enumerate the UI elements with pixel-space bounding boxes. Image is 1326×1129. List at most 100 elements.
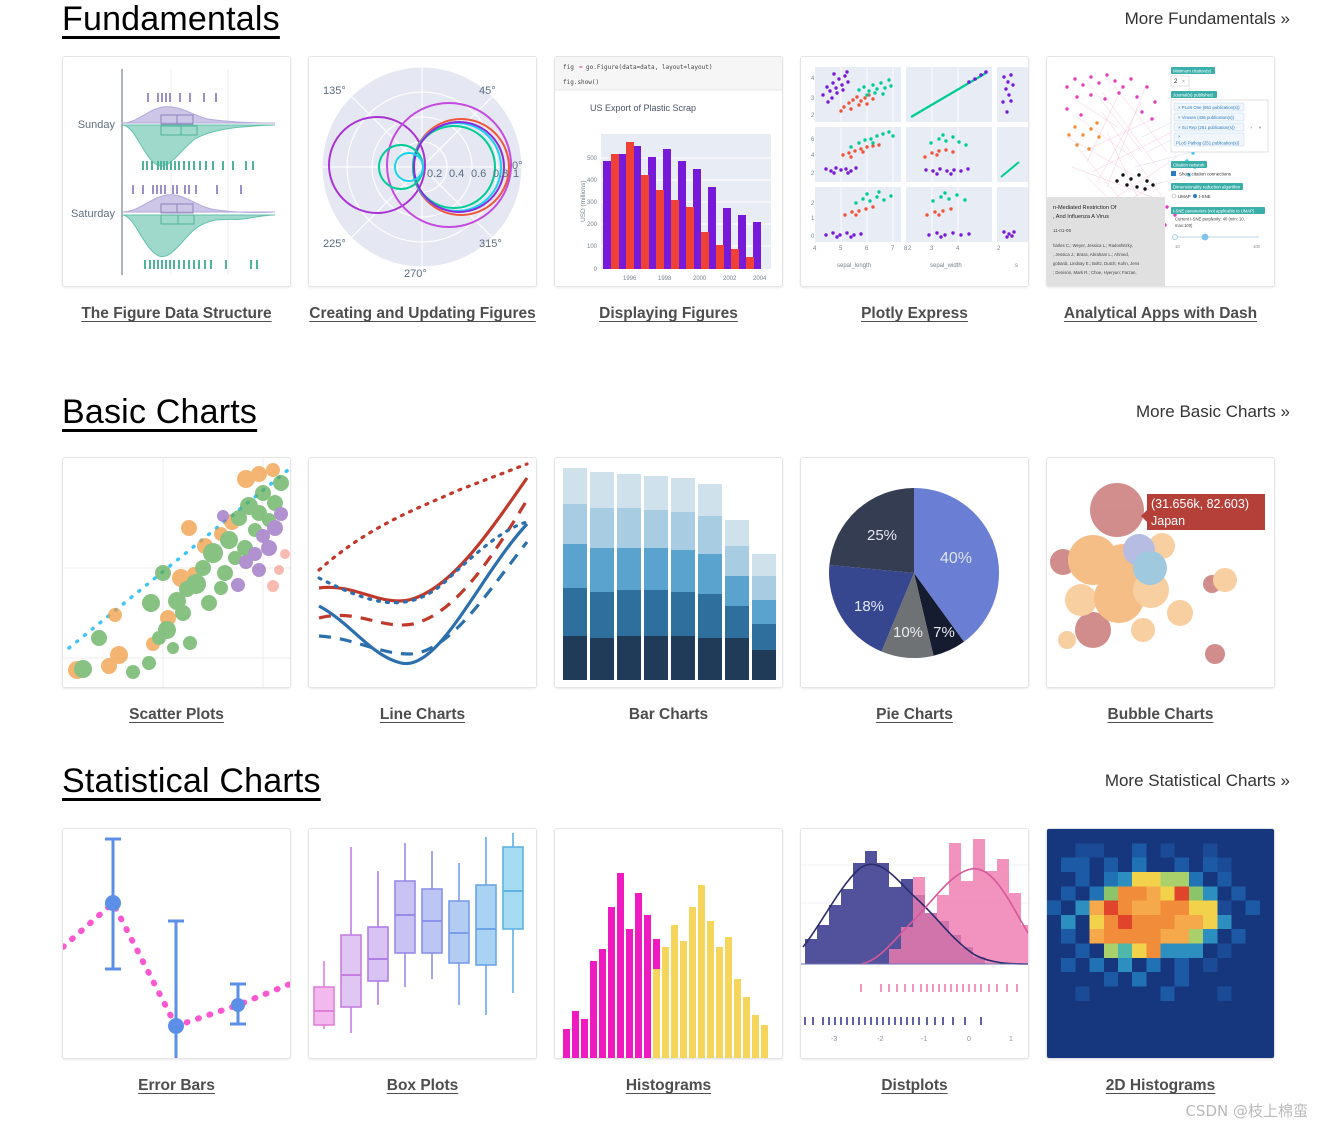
thumbnail-bubble-chart[interactable]: (31.656k, 82.603) Japan (1046, 457, 1275, 688)
thumbnail-scatter-plot[interactable] (62, 457, 291, 688)
section-basic-charts: Basic Charts More Basic Charts » Scatter… (0, 393, 1326, 742)
svg-text:Sunday: Sunday (78, 119, 116, 131)
section-fundamentals: Fundamentals More Fundamentals » Sunday … (0, 0, 1326, 341)
svg-text:315°: 315° (479, 238, 502, 250)
card-creating-updating-figures[interactable]: 135° 45° 225° 315° 270° 0° 0.2 0.4 0.6 0.8… (308, 56, 537, 326)
card-bubble-charts[interactable]: (31.656k, 82.603) Japan Bubble Charts (1046, 457, 1275, 727)
thumbnail-plastic-scrap-bar[interactable]: fig = go.Figure(data=data, layout=layout… (554, 56, 783, 287)
violin-chart-svg: Sunday Saturday (63, 57, 290, 286)
svg-text:0.2: 0.2 (427, 168, 442, 180)
plastic-scrap-bar-svg: fig = go.Figure(data=data, layout=layout… (555, 57, 782, 286)
polar-chart-svg: 135° 45° 225° 315° 270° 0° 0.2 0.4 0.6 0.8… (309, 57, 536, 286)
svg-text:USD (millions): USD (millions) (580, 180, 587, 222)
svg-text:500: 500 (587, 156, 598, 162)
scatter-matrix-svg: 432 642 210 456 78 234 2 sepal_length sep… (801, 57, 1028, 286)
card-title-2d-histograms[interactable]: 2D Histograms (1046, 1073, 1275, 1098)
thumbnail-error-bars[interactable] (62, 828, 291, 1059)
more-fundamentals-link[interactable]: More Fundamentals » (1125, 9, 1290, 29)
svg-text:0.8: 0.8 (493, 168, 508, 180)
thumbnail-box-plots[interactable] (308, 828, 537, 1059)
svg-text:200: 200 (587, 222, 598, 228)
svg-text:270°: 270° (404, 268, 427, 280)
svg-text:45°: 45° (479, 85, 496, 97)
svg-text:t-SNE: t-SNE (1199, 194, 1211, 199)
svg-text:11-01-06: 11-01-06 (1053, 228, 1071, 233)
svg-text:go.Figure(data=data, layout=la: go.Figure(data=data, layout=layout) (586, 64, 712, 71)
thumbnail-distplots[interactable]: -3 -2 -1 0 1 (800, 828, 1029, 1059)
svg-text:1998: 1998 (658, 276, 672, 282)
svg-text:; Denison, Mark R.; Choe, Hyer: ; Denison, Mark R.; Choe, Hyeryun; Farza… (1053, 270, 1137, 275)
card-error-bars[interactable]: Error Bars (62, 828, 291, 1098)
section-title-fundamentals: Fundamentals (62, 0, 280, 38)
card-title-error-bars[interactable]: Error Bars (62, 1073, 291, 1098)
card-2d-histograms[interactable]: 2D Histograms (1046, 828, 1275, 1098)
svg-text:40%: 40% (940, 550, 972, 567)
thumbnail-polar-chart[interactable]: 135° 45° 225° 315° 270° 0° 0.2 0.4 0.6 0.8… (308, 56, 537, 287)
svg-text:Saturday: Saturday (71, 208, 116, 220)
card-title-histograms[interactable]: Histograms (554, 1073, 783, 1098)
svg-text:-2: -2 (877, 1036, 883, 1043)
line-chart-svg (309, 458, 536, 687)
card-grid-basic-charts: Scatter Plots Line Charts Bar Charts 40%… (0, 457, 1326, 742)
svg-text:135°: 135° (323, 85, 346, 97)
svg-text:Minimum citation(s): Minimum citation(s) (1173, 69, 1212, 74)
svg-text:× Sci Rep (261 publication(s): × Sci Rep (261 publication(s)) (1178, 125, 1235, 130)
card-distplots[interactable]: -3 -2 -1 0 1 Distplots (800, 828, 1029, 1098)
svg-text:×: × (1182, 79, 1185, 85)
svg-text:10: 10 (1175, 244, 1180, 249)
card-title-box-plots[interactable]: Box Plots (308, 1073, 537, 1098)
card-scatter-plots[interactable]: Scatter Plots (62, 457, 291, 727)
thumbnail-histograms[interactable] (554, 828, 783, 1059)
card-figure-data-structure[interactable]: Sunday Saturday The Figure Data Structur… (62, 56, 291, 326)
card-title-distplots[interactable]: Distplots (800, 1073, 1029, 1098)
more-statistical-charts-link[interactable]: More Statistical Charts » (1105, 771, 1290, 791)
svg-text:Dimensionality reduction algor: Dimensionality reduction algorithm (1173, 185, 1240, 190)
dash-app-svg: n-Mediated Restriction Of , And Influenz… (1047, 57, 1274, 286)
more-basic-charts-link[interactable]: More Basic Charts » (1136, 402, 1290, 422)
card-histograms[interactable]: Histograms (554, 828, 783, 1098)
svg-text:n-Mediated Restriction Of: n-Mediated Restriction Of (1053, 205, 1117, 211)
svg-text:UMAP: UMAP (1178, 194, 1191, 199)
card-title-scatter-plots[interactable]: Scatter Plots (62, 702, 291, 727)
card-analytical-apps-dash[interactable]: n-Mediated Restriction Of , And Influenz… (1046, 56, 1275, 326)
card-displaying-figures[interactable]: fig = go.Figure(data=data, layout=layout… (554, 56, 783, 326)
card-title-bubble-charts[interactable]: Bubble Charts (1046, 702, 1275, 727)
svg-text:10%: 10% (893, 624, 923, 641)
thumbnail-scatter-matrix[interactable]: 432 642 210 456 78 234 2 sepal_length sep… (800, 56, 1029, 287)
thumbnail-dash-app[interactable]: n-Mediated Restriction Of , And Influenz… (1046, 56, 1275, 287)
thumbnail-pie-chart[interactable]: 40% 7% 10% 18% 25% (800, 457, 1029, 688)
svg-text:1: 1 (513, 168, 519, 180)
svg-text:-1: -1 (921, 1036, 927, 1043)
svg-text:400: 400 (587, 178, 598, 184)
card-title-pie-charts[interactable]: Pie Charts (800, 702, 1029, 727)
card-line-charts[interactable]: Line Charts (308, 457, 537, 727)
svg-text:Show citation connections: Show citation connections (1179, 172, 1232, 177)
thumbnail-line-chart[interactable] (308, 457, 537, 688)
svg-text:225°: 225° (323, 238, 346, 250)
card-title-line-charts[interactable]: Line Charts (308, 702, 537, 727)
svg-text:, And Influenza A Virus: , And Influenza A Virus (1053, 214, 1109, 220)
card-title-bar-charts[interactable]: Bar Charts (554, 702, 783, 727)
svg-text:0: 0 (967, 1036, 971, 1043)
svg-text:US Export of Plastic Scrap: US Export of Plastic Scrap (590, 103, 696, 113)
card-title-displaying-figures[interactable]: Displaying Figures (554, 301, 783, 326)
card-bar-charts[interactable]: Bar Charts (554, 457, 783, 727)
card-plotly-express[interactable]: 432 642 210 456 78 234 2 sepal_length sep… (800, 56, 1029, 326)
card-title-creating-updating-figures[interactable]: Creating and Updating Figures (308, 301, 537, 326)
thumbnail-violin-plot[interactable]: Sunday Saturday (62, 56, 291, 287)
section-header: Statistical Charts More Statistical Char… (0, 762, 1326, 818)
svg-text:18%: 18% (854, 598, 884, 615)
pie-chart-svg: 40% 7% 10% 18% 25% (801, 458, 1028, 687)
card-title-plotly-express[interactable]: Plotly Express (800, 301, 1029, 326)
card-box-plots[interactable]: Box Plots (308, 828, 537, 1098)
svg-text:harles C.; Weyer, Jessica L.;: harles C.; Weyer, Jessica L.; Radoshitzk… (1053, 243, 1133, 248)
section-header: Fundamentals More Fundamentals » (0, 0, 1326, 56)
box-plots-svg (309, 829, 536, 1058)
card-title-analytical-apps-dash[interactable]: Analytical Apps with Dash (1046, 301, 1275, 326)
thumbnail-2d-histograms[interactable] (1046, 828, 1275, 1059)
svg-text:300: 300 (587, 200, 598, 206)
card-pie-charts[interactable]: 40% 7% 10% 18% 25% Pie Charts (800, 457, 1029, 727)
thumbnail-bar-chart[interactable] (554, 457, 783, 688)
distplots-svg: -3 -2 -1 0 1 (801, 829, 1028, 1058)
card-title-figure-data-structure[interactable]: The Figure Data Structure (62, 301, 291, 326)
